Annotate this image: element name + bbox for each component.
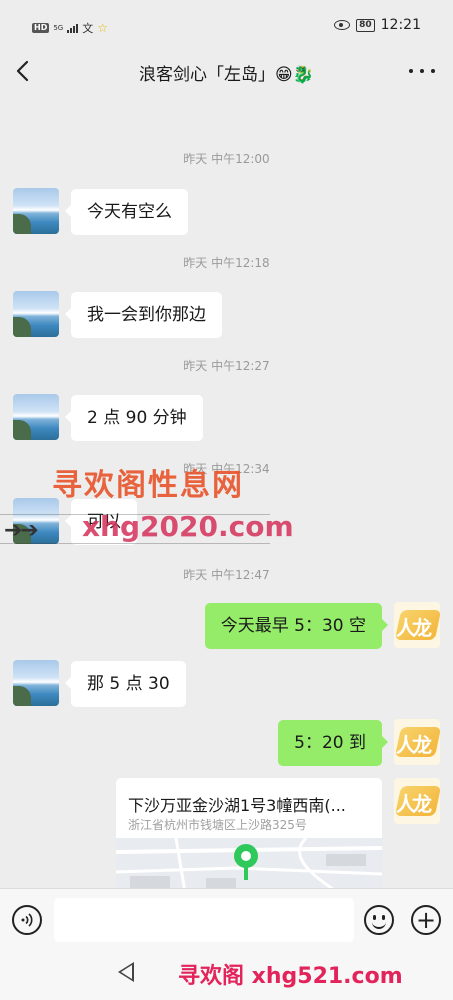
chat-title-text: 浪客剑心「左岛」 bbox=[139, 65, 276, 85]
timestamp: 昨天 中午12:27 bbox=[183, 359, 270, 373]
incoming-message[interactable]: 2 点 90 分钟 bbox=[65, 395, 203, 441]
voice-icon[interactable] bbox=[12, 905, 42, 935]
signal-icon bbox=[67, 23, 79, 33]
my-avatar[interactable] bbox=[394, 778, 440, 824]
incoming-message[interactable]: 今天有空么 bbox=[65, 189, 188, 235]
contact-avatar[interactable] bbox=[13, 291, 59, 337]
map-pin-stem bbox=[244, 866, 248, 880]
status-left: HD 5G 文 ☆ bbox=[32, 20, 108, 36]
watermark-bottom: 寻欢阁 xhg521.com bbox=[178, 964, 403, 989]
dragon-emoji: 🐉 bbox=[292, 65, 314, 85]
incoming-message[interactable]: 那 5 点 30 bbox=[65, 661, 186, 707]
hd-icon: HD bbox=[32, 23, 50, 33]
location-map bbox=[116, 836, 382, 888]
incoming-message[interactable]: 我一会到你那边 bbox=[65, 292, 222, 338]
watermark-text: 寻欢阁性息网 bbox=[52, 468, 244, 503]
status-right: 80 12:21 bbox=[334, 17, 421, 33]
message-input[interactable] bbox=[54, 898, 354, 942]
timestamp: 昨天 中午12:18 bbox=[183, 256, 270, 270]
plus-icon[interactable]: + bbox=[411, 905, 441, 935]
message-input-bar: + bbox=[0, 888, 453, 952]
contact-avatar[interactable] bbox=[13, 660, 59, 706]
location-title: 下沙万亚金沙湖1号3幢西南(... bbox=[128, 796, 346, 815]
outgoing-message[interactable]: 5：20 到 bbox=[278, 720, 388, 766]
watermark-url: xhg2020.com bbox=[82, 510, 294, 543]
network-type-label: 5G bbox=[53, 23, 64, 32]
map-pin-icon bbox=[234, 844, 258, 868]
status-bar: HD 5G 文 ☆ 80 12:21 bbox=[0, 0, 453, 52]
timestamp: 昨天 中午12:47 bbox=[183, 568, 270, 582]
my-avatar[interactable] bbox=[394, 602, 440, 648]
location-address: 浙江省杭州市钱塘区上沙路325号 bbox=[128, 818, 307, 832]
my-avatar[interactable] bbox=[394, 719, 440, 765]
chat-title: 浪客剑心「左岛」😁🐉 bbox=[0, 60, 453, 85]
translate-icon: 文 bbox=[82, 22, 94, 35]
emoji-icon[interactable] bbox=[364, 905, 394, 935]
eye-icon bbox=[334, 20, 351, 30]
timestamp: 昨天 中午12:00 bbox=[183, 152, 270, 166]
contact-avatar[interactable] bbox=[13, 394, 59, 440]
star-icon: ☆ bbox=[97, 21, 108, 35]
battery-icon: 80 bbox=[356, 18, 375, 32]
system-back-icon[interactable] bbox=[118, 962, 134, 982]
location-card[interactable]: 下沙万亚金沙湖1号3幢西南(... 浙江省杭州市钱塘区上沙路325号 bbox=[116, 778, 382, 888]
outgoing-message[interactable]: 今天最早 5：30 空 bbox=[204, 603, 389, 649]
more-dots-icon[interactable] bbox=[409, 58, 435, 84]
chat-header: 浪客剑心「左岛」😁🐉 bbox=[0, 52, 453, 90]
watermark-arrow: ➔➔ bbox=[4, 518, 39, 543]
grin-emoji: 😁 bbox=[275, 65, 293, 85]
contact-avatar[interactable] bbox=[13, 188, 59, 234]
clock: 12:21 bbox=[380, 17, 421, 33]
